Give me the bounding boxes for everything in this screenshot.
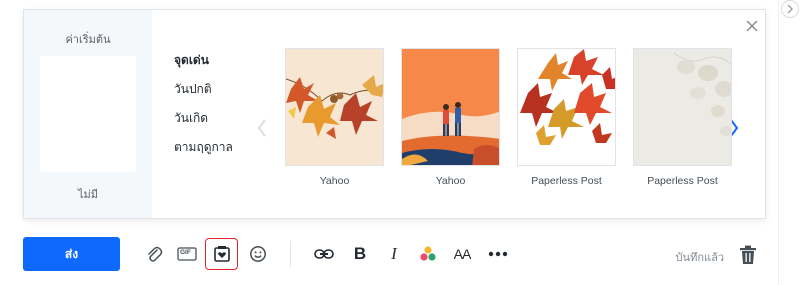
send-button[interactable]: ส่ง [23, 237, 120, 271]
stationery-categories: จุดเด่น วันปกติ วันเกิด ตามฤดูกาล [174, 50, 233, 166]
stationery-card-paperless-maple[interactable] [517, 48, 616, 166]
card-label: Yahoo [435, 175, 466, 187]
category-everyday[interactable]: วันปกติ [174, 79, 233, 108]
card-label: Paperless Post [531, 175, 602, 187]
link-icon[interactable] [314, 244, 334, 264]
gif-label: GIF [180, 249, 191, 256]
category-featured[interactable]: จุดเด่น [174, 50, 233, 79]
chevron-right-icon [787, 4, 793, 14]
italic-icon[interactable]: I [384, 244, 404, 264]
stationery-default-column: ค่าเริ่มต้น ไม่มี [24, 10, 152, 218]
color-icon[interactable] [418, 244, 438, 264]
default-title: ค่าเริ่มต้น [65, 34, 111, 46]
category-seasonal[interactable]: ตามฤดูกาล [174, 137, 233, 166]
category-birthday[interactable]: วันเกิด [174, 108, 233, 137]
right-rail [778, 0, 800, 285]
stationery-card-yahoo-couple[interactable] [401, 48, 500, 166]
stationery-card-paperless-pale[interactable] [633, 48, 732, 166]
card-label: Yahoo [319, 175, 350, 187]
emoji-icon[interactable] [248, 244, 268, 264]
font-size-icon[interactable]: AA [450, 244, 474, 264]
trash-icon[interactable] [739, 245, 757, 265]
autumn-leaves-image [286, 49, 383, 165]
close-icon[interactable] [744, 18, 760, 34]
stationery-panel: ค่าเริ่มต้น ไม่มี จุดเด่น วันปกติ วันเกิ… [23, 9, 766, 219]
card-label: Paperless Post [647, 175, 718, 187]
toolbar-divider [290, 241, 291, 267]
no-stationery-thumbnail[interactable] [40, 56, 136, 172]
chevron-left-icon[interactable] [256, 118, 268, 138]
compose-toolbar: ส่ง GIF B I AA บันทึกแล้ว [0, 228, 778, 280]
couple-walking-image [402, 49, 499, 165]
no-stationery-label: ไม่มี [77, 189, 99, 201]
bold-icon[interactable]: B [350, 244, 370, 264]
stationery-card-yahoo-autumn[interactable] [285, 48, 384, 166]
gif-icon[interactable]: GIF [177, 244, 197, 264]
pale-leaves-image [634, 49, 731, 165]
stationery-icon[interactable] [212, 244, 232, 264]
compose-area: ค่าเริ่มต้น ไม่มี จุดเด่น วันปกติ วันเกิ… [0, 0, 800, 285]
rail-expand-button[interactable] [781, 0, 799, 18]
attachment-icon[interactable] [144, 244, 164, 264]
falling-maple-leaves-image [518, 49, 615, 165]
saved-status: บันทึกแล้ว [675, 252, 724, 264]
more-icon[interactable] [488, 244, 508, 264]
